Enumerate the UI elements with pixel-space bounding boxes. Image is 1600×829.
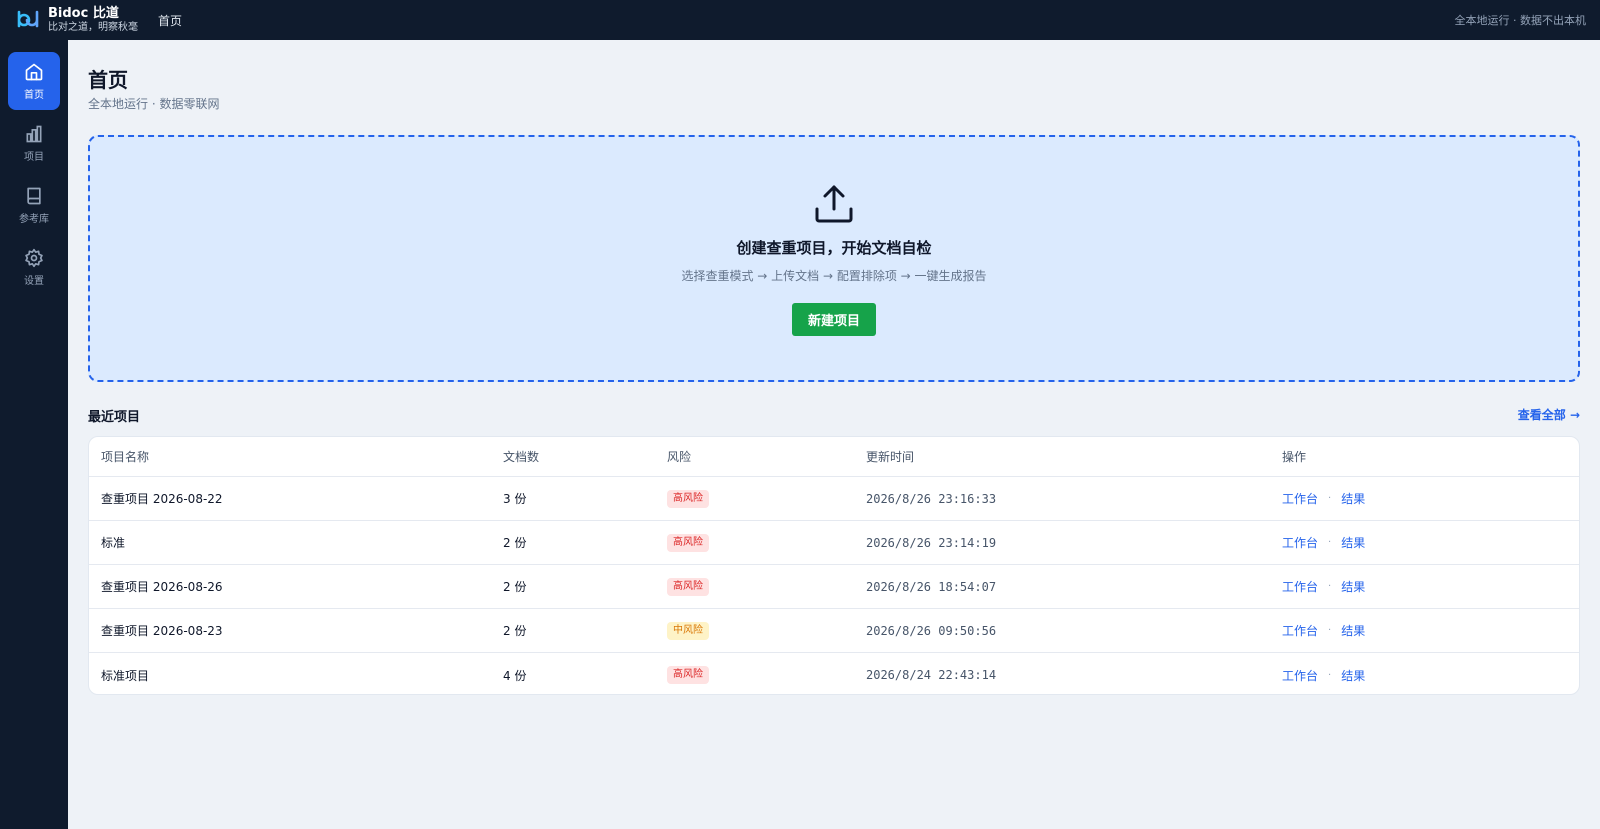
column-header-time[interactable]: 更新时间 [866,437,914,476]
brand: Bidoc 比道 比对之道，明察秋毫 [48,5,138,34]
risk-cell: 高风险 [667,477,709,520]
action-separator: · [1328,493,1332,504]
recent-projects-table: 项目名称 文档数 风险 更新时间 操作 查重项目 2026-08-22 3 份 … [88,436,1580,695]
row-actions: 工作台 · 结果 [1282,653,1365,694]
result-link[interactable]: 结果 [1341,622,1365,639]
table-header: 项目名称 文档数 风险 更新时间 操作 [89,437,1579,477]
action-separator: · [1328,625,1332,636]
workbench-link[interactable]: 工作台 [1282,578,1318,595]
risk-cell: 高风险 [667,653,709,694]
brand-name: Bidoc 比道 [48,5,119,21]
project-name[interactable]: 标准项目 [101,653,149,694]
updated-time: 2026/8/26 23:14:19 [866,535,997,550]
brand-tagline: 比对之道，明察秋毫 [48,22,138,34]
new-project-button[interactable]: 新建项目 [792,303,876,336]
upload-title: 创建查重项目，开始文档自检 [736,239,932,257]
top-bar: Bidoc 比道 比对之道，明察秋毫 首页 全本地运行 · 数据不出本机 [0,0,1600,40]
action-separator: · [1328,537,1332,548]
row-actions: 工作台 · 结果 [1282,521,1365,564]
project-name[interactable]: 标准 [101,521,125,564]
page-title: 首页 [88,68,128,92]
recent-projects-title: 最近项目 [88,410,141,425]
workbench-link[interactable]: 工作台 [1282,622,1318,639]
table-row[interactable]: 查重项目 2026-08-23 2 份 中风险 2026/8/26 09:50:… [89,609,1579,653]
table-row[interactable]: 标准项目 4 份 高风险 2026/8/24 22:43:14 工作台 · 结果 [89,653,1579,694]
upload-steps: 选择查重模式 → 上传文档 → 配置排除项 → 一键生成报告 [681,269,987,283]
book-icon [27,187,41,204]
view-all-link[interactable]: 查看全部 → [1518,406,1580,423]
breadcrumb[interactable]: 首页 [158,12,182,29]
table-row[interactable]: 查重项目 2026-08-26 2 份 高风险 2026/8/26 18:54:… [89,565,1579,609]
table-row[interactable]: 查重项目 2026-08-22 3 份 高风险 2026/8/26 23:16:… [89,477,1579,521]
column-header-risk[interactable]: 风险 [667,437,691,476]
doc-count: 4 份 [503,668,527,683]
column-header-name[interactable]: 项目名称 [101,437,149,476]
workbench-link[interactable]: 工作台 [1282,490,1318,507]
column-header-docs[interactable]: 文档数 [503,437,539,476]
row-actions: 工作台 · 结果 [1282,609,1365,652]
sidebar-item-reference-library[interactable]: 参考库 [8,176,60,234]
risk-cell: 高风险 [667,521,709,564]
column-header-ops: 操作 [1282,450,1307,464]
action-separator: · [1328,669,1332,681]
sidebar-item-home[interactable]: 首页 [8,52,60,110]
bar-chart-icon [26,125,42,142]
doc-count: 2 份 [503,624,527,638]
sidebar-item-label: 参考库 [19,213,49,225]
risk-badge: 高风险 [667,666,709,684]
gear-icon [25,248,43,267]
risk-cell: 高风险 [667,565,709,608]
sidebar-item-label: 首页 [24,89,44,101]
risk-badge: 高风险 [667,577,709,596]
page-subtitle: 全本地运行 · 数据零联网 [88,97,220,111]
workbench-link[interactable]: 工作台 [1282,534,1318,551]
result-link[interactable]: 结果 [1341,578,1365,595]
project-name[interactable]: 查重项目 2026-08-22 [101,477,223,520]
main-content: 首页 全本地运行 · 数据零联网 创建查重项目，开始文档自检 选择查重模式 → … [68,40,1600,829]
upload-icon [815,185,853,223]
risk-badge: 高风险 [667,489,709,508]
row-actions: 工作台 · 结果 [1282,477,1365,520]
table-row[interactable]: 标准 2 份 高风险 2026/8/26 23:14:19 工作台 · 结果 [89,521,1579,565]
sidebar: 首页 项目 参考库 设置 [0,40,68,829]
project-name[interactable]: 查重项目 2026-08-23 [101,609,223,652]
sidebar-item-label: 设置 [24,275,44,287]
result-link[interactable]: 结果 [1341,490,1365,507]
sidebar-item-projects[interactable]: 项目 [8,114,60,172]
risk-badge: 中风险 [667,621,709,640]
workbench-link[interactable]: 工作台 [1282,667,1318,684]
logo[interactable]: Bidoc 比道 比对之道，明察秋毫 [16,5,138,34]
project-name[interactable]: 查重项目 2026-08-26 [101,565,223,608]
risk-cell: 中风险 [667,609,709,652]
updated-time: 2026/8/26 23:16:33 [866,491,997,506]
result-link[interactable]: 结果 [1341,667,1365,684]
upload-dropzone[interactable]: 创建查重项目，开始文档自检 选择查重模式 → 上传文档 → 配置排除项 → 一键… [88,135,1580,382]
risk-badge: 高风险 [667,533,709,552]
sidebar-item-settings[interactable]: 设置 [8,238,60,296]
updated-time: 2026/8/26 09:50:56 [866,623,997,638]
home-icon [25,63,43,80]
sidebar-item-label: 项目 [24,151,44,163]
row-actions: 工作台 · 结果 [1282,565,1365,608]
doc-count: 3 份 [503,492,527,506]
doc-count: 2 份 [503,536,527,550]
bidoc-logo-icon [17,10,39,28]
doc-count: 2 份 [503,580,527,594]
result-link[interactable]: 结果 [1341,534,1365,551]
updated-time: 2026/8/26 18:54:07 [866,579,997,594]
updated-time: 2026/8/24 22:43:14 [866,668,997,682]
action-separator: · [1328,581,1332,592]
local-status: 全本地运行 · 数据不出本机 [1454,14,1587,27]
